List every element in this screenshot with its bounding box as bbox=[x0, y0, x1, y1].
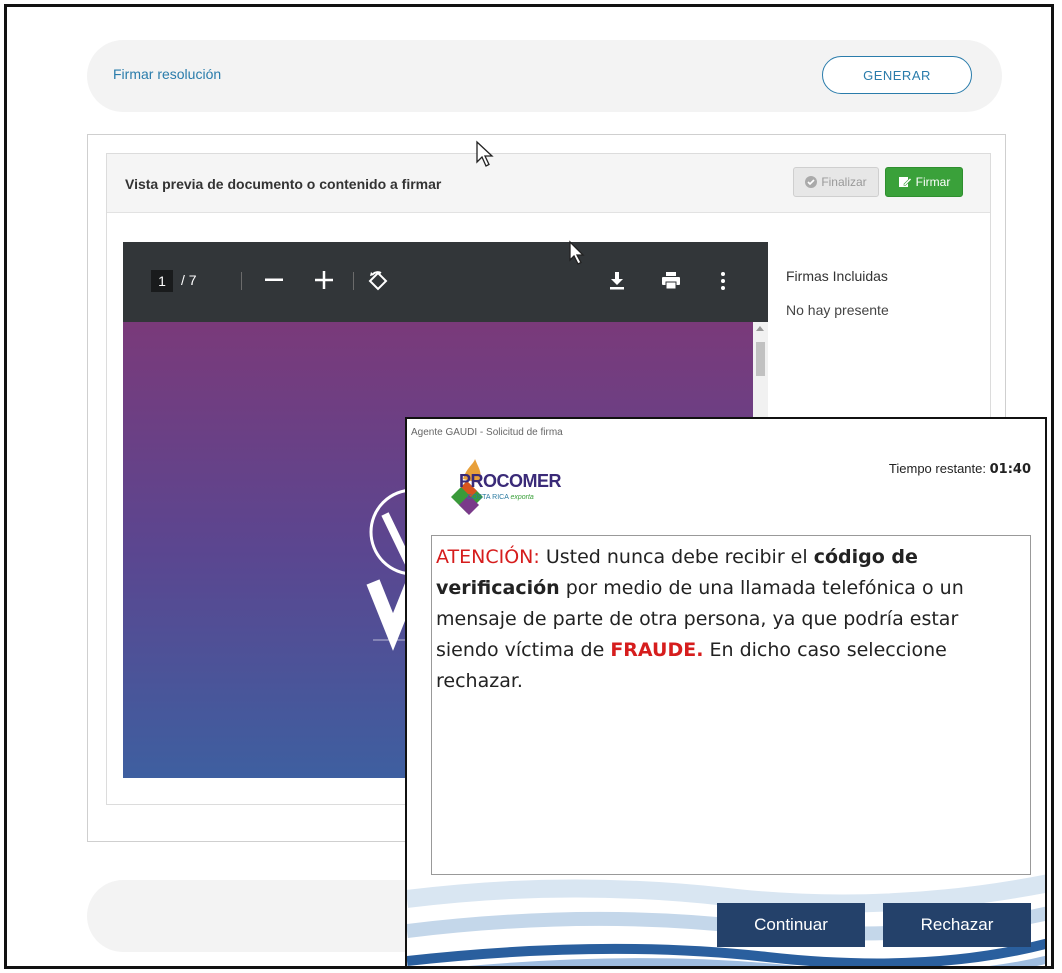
logo-tagline-exporta: exporta bbox=[510, 494, 534, 501]
signatures-heading: Firmas Incluidas bbox=[786, 268, 888, 284]
finalize-button[interactable]: Finalizar bbox=[793, 167, 879, 197]
timer-value: 01:40 bbox=[989, 462, 1031, 477]
more-icon[interactable] bbox=[721, 272, 725, 290]
rotate-icon[interactable] bbox=[367, 270, 389, 292]
warning-fraud: FRAUDE. bbox=[610, 639, 704, 661]
signatures-status: No hay presente bbox=[786, 302, 889, 318]
remaining-time: Tiempo restante: 01:40 bbox=[889, 461, 1031, 477]
scroll-up-arrow[interactable] bbox=[756, 326, 764, 331]
print-icon[interactable] bbox=[661, 272, 681, 290]
sign-button[interactable]: Firmar bbox=[885, 167, 963, 197]
app-frame: Firmar resolución GENERAR Vista previa d… bbox=[4, 4, 1054, 969]
check-circle-icon bbox=[805, 176, 818, 188]
signature-request-dialog: Agente GAUDI - Solicitud de firma Tiempo… bbox=[405, 417, 1047, 966]
continue-button[interactable]: Continuar bbox=[717, 903, 865, 947]
page-number-input[interactable]: 1 bbox=[151, 270, 173, 292]
pdf-toolbar: 1 / 7 bbox=[123, 242, 768, 322]
download-icon[interactable] bbox=[609, 272, 625, 290]
zoom-in-icon[interactable] bbox=[315, 271, 333, 289]
sign-document-icon bbox=[898, 177, 912, 187]
signatures-panel: Firmas Incluidas No hay presente bbox=[772, 244, 972, 444]
reject-button[interactable]: Rechazar bbox=[883, 903, 1031, 947]
warning-attention: ATENCIÓN: bbox=[436, 546, 540, 568]
dialog-window-title: Agente GAUDI - Solicitud de firma bbox=[411, 427, 563, 438]
zoom-out-icon[interactable] bbox=[265, 278, 283, 282]
logo-tagline: COSTA RICA exporta bbox=[467, 494, 534, 501]
logo-wordmark: PROCOMER bbox=[459, 471, 562, 491]
toolbar-divider bbox=[353, 272, 354, 290]
timer-label: Tiempo restante: bbox=[888, 461, 986, 476]
warning-text-1: Usted nunca debe recibir el bbox=[539, 546, 814, 568]
procomer-logo: PROCOMER COSTA RICA exporta bbox=[445, 457, 605, 537]
mouse-pointer-icon bbox=[476, 140, 494, 167]
sign-resolution-bar: Firmar resolución GENERAR bbox=[87, 40, 1002, 112]
logo-tagline-country: COSTA RICA bbox=[467, 494, 509, 501]
scroll-thumb[interactable] bbox=[756, 342, 765, 376]
warning-message: ATENCIÓN: Usted nunca debe recibir el có… bbox=[431, 535, 1031, 875]
finalize-label: Finalizar bbox=[821, 175, 867, 189]
preview-header: Vista previa de documento o contenido a … bbox=[107, 154, 990, 213]
sign-label: Firmar bbox=[915, 175, 951, 189]
generate-button[interactable]: GENERAR bbox=[822, 56, 972, 94]
toolbar-divider bbox=[241, 272, 242, 290]
page-total: / 7 bbox=[181, 272, 197, 288]
section-title: Firmar resolución bbox=[113, 66, 222, 82]
preview-caption: Vista previa de documento o contenido a … bbox=[125, 176, 442, 192]
mouse-pointer-icon bbox=[569, 240, 585, 265]
